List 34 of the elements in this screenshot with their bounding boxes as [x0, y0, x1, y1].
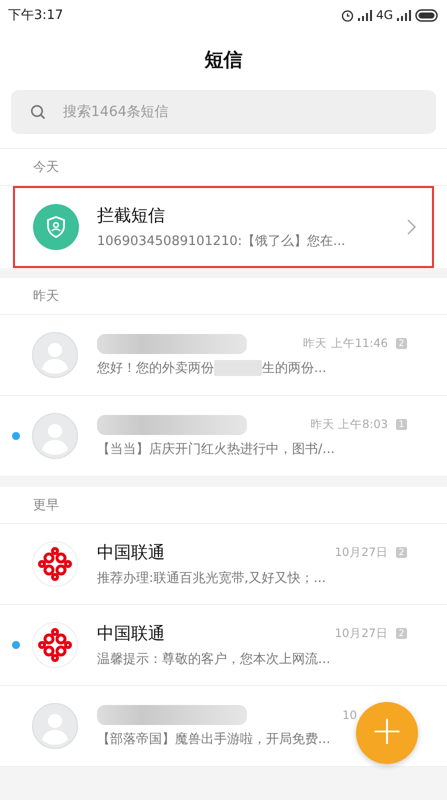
- battery-icon: [415, 8, 439, 22]
- conversation-name: 拦截短信: [97, 205, 166, 227]
- message-preview: 您好！您的外卖两份: [97, 360, 214, 376]
- conversation-row[interactable]: 拦截短信 10690345089101210:【饿了么】您在...: [13, 186, 434, 268]
- avatar-icon: [32, 413, 78, 459]
- message-preview: 生的两份...: [262, 360, 326, 376]
- message-time: 10月27日: [334, 545, 388, 560]
- shield-icon: [33, 204, 79, 250]
- page-title: 短信: [204, 48, 242, 73]
- knot-logo-icon: [32, 622, 78, 668]
- message-time: 10月27日: [334, 626, 388, 641]
- status-time: 下午3:17: [8, 7, 64, 24]
- conversation-name: 中国联通: [97, 542, 165, 564]
- section-header: 更早: [33, 497, 59, 514]
- message-preview: 【当当】店庆开门红火热进行中，图书/...: [97, 440, 335, 458]
- signal-icon: [397, 10, 411, 20]
- message-preview: 【部落帝国】魔兽出手游啦，开局免费...: [97, 730, 330, 748]
- avatar-icon: [32, 332, 78, 378]
- message-preview: 10690345089101210:【饿了么】您在...: [97, 233, 346, 250]
- message-preview: 推荐办理:联通百兆光宽带,又好又快；...: [97, 570, 326, 587]
- conversation-name: 中国联通: [97, 623, 165, 645]
- alarm-icon: [341, 8, 354, 22]
- message-time: 昨天 上午11:46: [303, 336, 388, 351]
- message-preview: 温馨提示：尊敬的客户，您本次上网流...: [97, 651, 330, 668]
- avatar-icon: [32, 703, 78, 749]
- knot-logo-icon: [32, 541, 78, 587]
- section-header: 今天: [33, 159, 59, 176]
- section-header: 昨天: [33, 288, 59, 305]
- signal-icon: [358, 10, 372, 20]
- chevron-icon: [407, 219, 416, 235]
- message-time: 昨天 上午8:03: [310, 417, 388, 432]
- message-time: 10: [342, 708, 357, 722]
- search-field[interactable]: 搜索1464条短信: [0, 90, 447, 148]
- network-label: 4G: [376, 8, 393, 22]
